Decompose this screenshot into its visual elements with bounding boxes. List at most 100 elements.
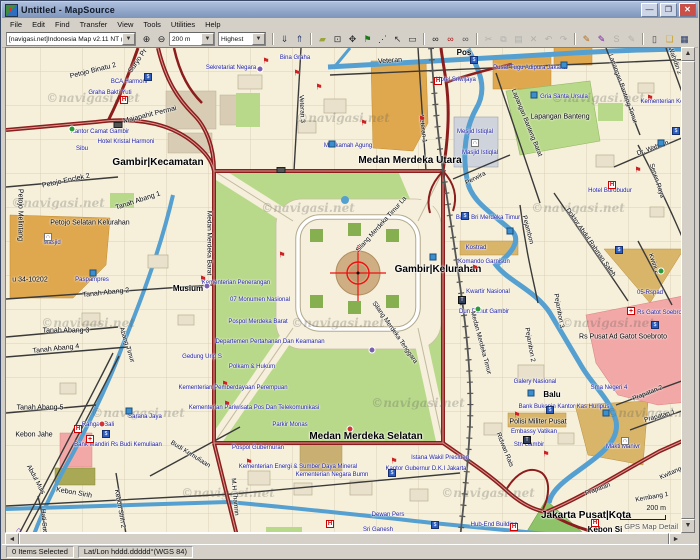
toolbar-buttons-group: ⇓ ⇑ ▰ ⊡ ✥ ⚑ ⋰↖▭ ∞ ∞ ∞ ✂ ⧉ ▤ ✕ ↶ ↷ ✎ ✎ S ✎ ▯ ❏ ▦ (269, 32, 692, 46)
close-button[interactable]: ✕ (679, 3, 696, 17)
scale-bar-label: 200 m (647, 505, 666, 512)
route-tool-icon: ⋰ (378, 34, 387, 44)
pan-hand-tool-button[interactable]: ✥ (345, 32, 360, 46)
menu-file[interactable]: File (5, 19, 27, 30)
restore-button[interactable]: ❐ (660, 3, 677, 17)
pan-hand-tool-icon: ✥ (349, 34, 357, 44)
new-route-icon: ✎ (598, 34, 606, 44)
vertical-scroll-thumb[interactable] (681, 61, 695, 519)
gps-map-detail-label: GPS Map Detail (624, 522, 678, 531)
detail-level-value: Highest (219, 36, 252, 43)
menu-find[interactable]: Find (50, 19, 75, 30)
distance-bearing-tool-icon: ▭ (408, 34, 417, 44)
cut-button[interactable]: ✂ (481, 32, 496, 46)
toolbar: [navigasi.net]Indonesia Map v2.11 NT (fr… (2, 31, 698, 48)
zoom-out-button[interactable]: ⊖ (154, 32, 169, 46)
map-drawing (6, 48, 683, 533)
new-waypoint-icon: ✎ (583, 34, 591, 44)
recent-finds-button[interactable]: ∞ (458, 32, 473, 46)
paste-button[interactable]: ▤ (511, 32, 526, 46)
map-canvas[interactable] (6, 48, 682, 532)
toolbar-separator (310, 33, 312, 45)
menu-utilities[interactable]: Utilities (166, 19, 200, 30)
save-document-icon: ▦ (680, 34, 689, 44)
redo-button[interactable]: ↷ (556, 32, 571, 46)
mapsource-window: Untitled - MapSource — ❐ ✕ FileEditFindT… (0, 0, 700, 560)
zoom-in-button[interactable]: ⊕ (139, 32, 154, 46)
zoom-scale-combobox[interactable]: 200 m ▼ (169, 32, 215, 46)
map-select-tool-icon: ▰ (319, 34, 326, 44)
new-track-icon: S (613, 34, 619, 44)
menu-edit[interactable]: Edit (27, 19, 50, 30)
open-document-button[interactable]: ❏ (662, 32, 677, 46)
toolbar-separator (642, 33, 644, 45)
map-select-tool-button[interactable]: ▰ (315, 32, 330, 46)
find-button[interactable]: ∞ (428, 32, 443, 46)
status-bar: 0 Items Selected Lat/Lon hddd.ddddd°(WGS… (2, 544, 698, 558)
waypoint-tool-icon: ⚑ (363, 34, 371, 44)
new-document-icon: ▯ (652, 34, 657, 44)
coordinate-format-status: Lat/Lon hddd.ddddd°(WGS 84) (78, 546, 193, 558)
chevron-down-icon[interactable]: ▼ (252, 33, 265, 45)
chevron-down-icon[interactable]: ▼ (122, 33, 135, 45)
selection-tool-button[interactable]: ↖ (390, 32, 405, 46)
map-product-combobox[interactable]: [navigasi.net]Indonesia Map v2.11 NT (fr… (6, 32, 136, 46)
selection-status: 0 Items Selected (6, 546, 74, 558)
menu-view[interactable]: View (112, 19, 138, 30)
new-route-button[interactable]: ✎ (594, 32, 609, 46)
undo-button[interactable]: ↶ (541, 32, 556, 46)
send-to-device-button[interactable]: ⇓ (277, 32, 292, 46)
recent-finds-icon: ∞ (462, 34, 468, 44)
map-product-value: [navigasi.net]Indonesia Map v2.11 NT (fr… (7, 36, 122, 43)
menu-tools[interactable]: Tools (138, 19, 166, 30)
copy-icon: ⧉ (500, 34, 506, 44)
new-document-button[interactable]: ▯ (647, 32, 662, 46)
mapsource-app-icon (5, 4, 18, 17)
zoom-rect-tool-icon: ⊡ (334, 34, 342, 44)
redo-icon: ↷ (560, 34, 568, 44)
toolbar-separator (476, 33, 478, 45)
zoom-in-icon: ⊕ (143, 34, 151, 44)
zoom-buttons-group: ⊕⊖ (139, 32, 169, 46)
zoom-rect-tool-button[interactable]: ⊡ (330, 32, 345, 46)
save-document-button[interactable]: ▦ (677, 32, 692, 46)
edit-track-icon: ✎ (628, 34, 636, 44)
menubar: FileEditFindTransferViewToolsUtilitiesHe… (2, 18, 698, 32)
zoom-out-icon: ⊖ (158, 34, 166, 44)
toolbar-separator (423, 33, 425, 45)
window-title: Untitled - MapSource (21, 5, 639, 15)
receive-from-device-icon: ⇑ (296, 34, 304, 44)
send-to-device-icon: ⇓ (281, 34, 289, 44)
scale-bar: 200 m (620, 497, 666, 520)
find-nearest-button[interactable]: ∞ (443, 32, 458, 46)
minimize-button[interactable]: — (641, 3, 658, 17)
scroll-down-arrow[interactable]: ▼ (681, 519, 695, 533)
waypoint-tool-button[interactable]: ⚑ (360, 32, 375, 46)
distance-bearing-tool-button[interactable]: ▭ (405, 32, 420, 46)
receive-from-device-button[interactable]: ⇑ (292, 32, 307, 46)
toolbar-separator (272, 33, 274, 45)
menu-transfer[interactable]: Transfer (75, 19, 113, 30)
vertical-scrollbar[interactable]: ▲ ▼ (681, 47, 695, 533)
title-bar[interactable]: Untitled - MapSource — ❐ ✕ (2, 2, 698, 18)
map-area: ©navigasi.net©navigasi.net©navigasi.net©… (5, 47, 695, 547)
detail-level-combobox[interactable]: Highest ▼ (218, 32, 266, 46)
delete-icon: ✕ (530, 34, 538, 44)
paste-icon: ▤ (514, 34, 523, 44)
scroll-up-arrow[interactable]: ▲ (681, 47, 695, 61)
menu-help[interactable]: Help (200, 19, 225, 30)
edit-track-button[interactable]: ✎ (624, 32, 639, 46)
scale-bar-line (620, 515, 666, 520)
toolbar-separator (574, 33, 576, 45)
new-track-button[interactable]: S (609, 32, 624, 46)
zoom-scale-value: 200 m (170, 36, 201, 43)
chevron-down-icon[interactable]: ▼ (201, 33, 214, 45)
open-document-icon: ❏ (665, 34, 673, 44)
copy-button[interactable]: ⧉ (496, 32, 511, 46)
route-tool-button[interactable]: ⋰ (375, 32, 390, 46)
undo-icon: ↶ (545, 34, 553, 44)
new-waypoint-button[interactable]: ✎ (579, 32, 594, 46)
delete-button[interactable]: ✕ (526, 32, 541, 46)
find-nearest-icon: ∞ (447, 34, 453, 44)
find-icon: ∞ (432, 34, 438, 44)
